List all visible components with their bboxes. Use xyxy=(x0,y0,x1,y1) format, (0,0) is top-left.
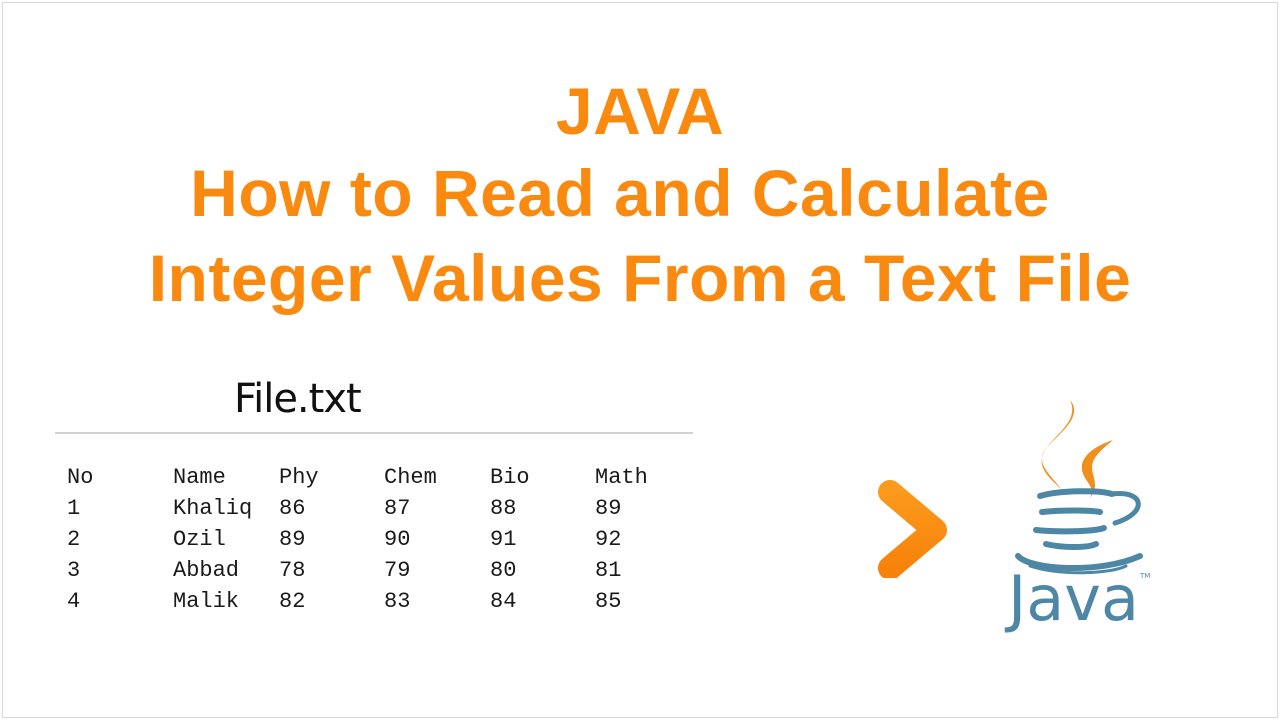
right-arrow-icon xyxy=(713,480,947,578)
java-wordmark: Java xyxy=(1004,562,1139,635)
table-cell: Ozil xyxy=(173,527,226,552)
table-row: 4 Malik 82 83 84 85 xyxy=(67,586,675,617)
table-cell: 87 xyxy=(384,496,411,521)
column-header: Phy xyxy=(279,465,319,490)
file-divider xyxy=(55,432,693,434)
file-contents-table: No Name Phy Chem Bio Math 1 Khaliq 86 87 88 89 2 Ozil… xyxy=(67,462,675,617)
java-steam-icon xyxy=(1041,400,1113,498)
table-cell: 86 xyxy=(279,496,306,521)
table-cell: 78 xyxy=(279,558,306,583)
table-cell: Abbad xyxy=(173,558,240,583)
table-cell: 89 xyxy=(279,527,306,552)
table-row: 2 Ozil 89 90 91 92 xyxy=(67,524,675,555)
table-cell: 92 xyxy=(595,527,622,552)
table-cell: Malik xyxy=(173,589,240,614)
trademark-mark: TM xyxy=(1139,572,1150,580)
column-header: Bio xyxy=(490,465,530,490)
table-cell: 90 xyxy=(384,527,411,552)
table-cell: 1 xyxy=(67,496,81,521)
table-cell: 3 xyxy=(67,558,81,583)
title-line-2: How to Read and Calculate xyxy=(190,156,1050,230)
table-header-row: No Name Phy Chem Bio Math xyxy=(67,462,675,493)
table-cell: 83 xyxy=(384,589,411,614)
table-cell: 91 xyxy=(490,527,517,552)
table-cell: 2 xyxy=(67,527,81,552)
table-cell: 89 xyxy=(595,496,622,521)
table-row: 1 Khaliq 86 87 88 89 xyxy=(67,493,675,524)
table-cell: 88 xyxy=(490,496,517,521)
table-cell: 85 xyxy=(595,589,622,614)
column-header: Name xyxy=(173,465,226,490)
table-cell: 80 xyxy=(490,558,517,583)
column-header: Chem xyxy=(384,465,437,490)
column-header: No xyxy=(67,465,94,490)
table-cell: 4 xyxy=(67,589,81,614)
column-header: Math xyxy=(595,465,648,490)
java-cup-icon xyxy=(1015,488,1143,575)
table-cell: 79 xyxy=(384,558,411,583)
table-cell: Khaliq xyxy=(173,496,253,521)
title-java: JAVA xyxy=(555,74,725,148)
table-cell: 81 xyxy=(595,558,622,583)
table-cell: 84 xyxy=(490,589,517,614)
table-cell: 82 xyxy=(279,589,306,614)
title-line-3: Integer Values From a Text File xyxy=(148,241,1132,315)
file-name-label: File.txt xyxy=(234,376,362,422)
table-row: 3 Abbad 78 79 80 81 xyxy=(67,555,675,586)
java-logo: Java TM xyxy=(1004,400,1150,635)
